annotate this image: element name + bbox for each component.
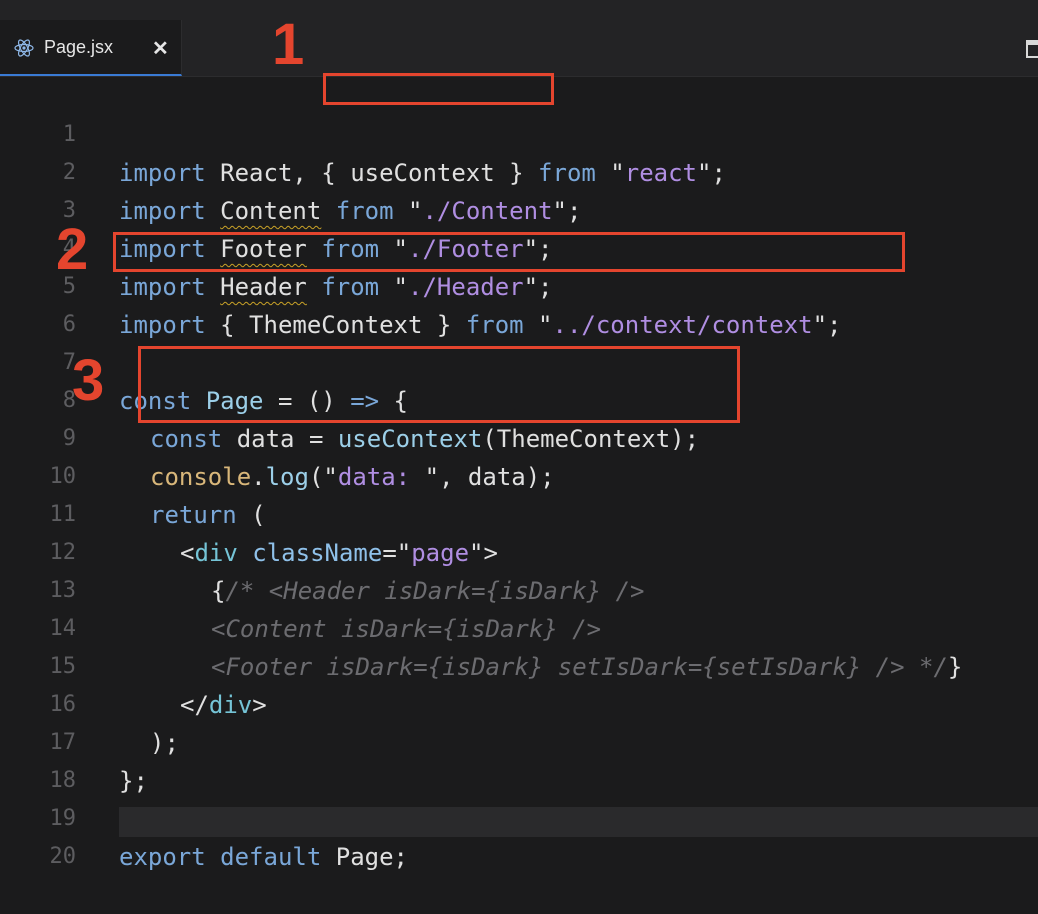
code-line[interactable]: 18 [0, 724, 1038, 793]
code-line[interactable]: 3 import Footer from "./Footer"; [0, 154, 1038, 263]
split-editor-icon[interactable] [1026, 40, 1038, 58]
react-icon [14, 39, 34, 57]
code-line[interactable]: 6 [0, 268, 1038, 337]
tab-page-jsx[interactable]: Page.jsx ✕ [0, 20, 182, 76]
highlight-box-2 [113, 232, 905, 272]
code-line[interactable]: 11 <div className="page"> [0, 458, 1038, 567]
highlight-box-1 [323, 73, 554, 105]
code-line[interactable]: 16 ); [0, 648, 1038, 757]
code-line[interactable]: 15 </div> [0, 610, 1038, 719]
highlight-box-3 [138, 346, 740, 423]
code-line[interactable]: 13 <Content isDark={isDark} /> [0, 534, 1038, 643]
code-line[interactable]: 14 <Footer isDark={isDark} setIsDark={se… [0, 572, 1038, 681]
annotation-marker-2: 2 [56, 217, 89, 282]
code-editor[interactable]: 1 import React, { useContext } from "rea… [0, 78, 1038, 871]
annotation-marker-1: 1 [272, 12, 305, 77]
close-icon[interactable]: ✕ [152, 36, 169, 61]
code-line[interactable]: 7 const Page = () => { [0, 306, 1038, 415]
line-number: 20 [49, 844, 77, 869]
code-line[interactable]: 10 return ( [0, 420, 1038, 529]
code-line[interactable]: 19 export default Page; [0, 762, 1038, 871]
annotation-marker-3: 3 [72, 348, 105, 413]
code-line[interactable]: 17 }; [0, 686, 1038, 795]
code-text: export default Page; [119, 843, 409, 871]
code-line[interactable]: 2 import Content from "./Content"; [0, 116, 1038, 225]
code-line[interactable]: 20 [0, 800, 1038, 869]
tab-label: Page.jsx [44, 37, 114, 57]
title-bar [0, 0, 1038, 20]
code-line[interactable]: 12 {/* <Header isDark={isDark} /> [0, 496, 1038, 605]
code-line[interactable]: 4 import Header from "./Header"; [0, 192, 1038, 301]
